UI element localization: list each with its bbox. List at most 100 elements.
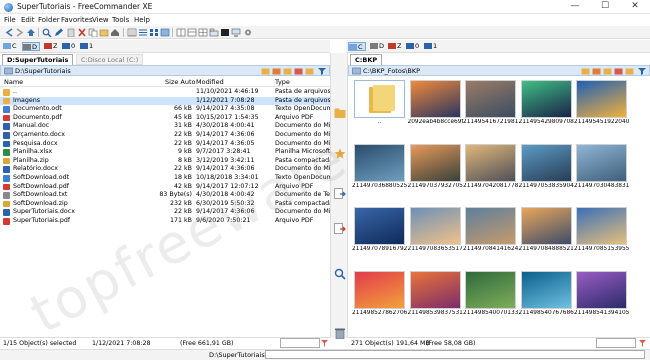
folder-icon[interactable]	[305, 67, 314, 75]
folder-icon[interactable]	[294, 67, 303, 75]
edit-icon[interactable]	[54, 28, 64, 37]
right-path-bar[interactable]: C:\BKP_Fotos\BKP	[348, 65, 650, 76]
pack-icon[interactable]	[99, 28, 109, 37]
file-row[interactable]: Planilha.xlsx 9 kB 9/7/2017 3:28:41 Planilh…	[0, 148, 336, 157]
delete-icon[interactable]	[77, 28, 87, 37]
photo-thumbnail[interactable]: 2114985400701330	[463, 269, 518, 324]
photo-thumbnail[interactable]: 2114954167219815	[463, 78, 518, 133]
file-row[interactable]: SoftDownload.odt 18 kB 10/18/2018 3:34:01 T…	[0, 174, 337, 183]
clipboard-icon[interactable]	[66, 28, 76, 38]
tabs-icon[interactable]	[209, 28, 219, 37]
photo-thumbnail[interactable]: 2114970420817783	[463, 142, 518, 197]
menu-folder[interactable]: Folder	[38, 16, 60, 24]
filter-icon[interactable]	[320, 339, 329, 347]
photo-thumbnail[interactable]: 2114954519220407	[574, 78, 629, 133]
monitor-icon[interactable]	[231, 28, 241, 37]
copy-to-right-icon[interactable]	[334, 188, 346, 200]
photo-thumbnail[interactable]: 2114970538359045	[519, 142, 574, 197]
folder-icon[interactable]	[581, 67, 590, 75]
photo-thumbnail[interactable]: 2114985398375313	[408, 269, 463, 324]
photo-thumbnail[interactable]: 2114954298097086	[519, 78, 574, 133]
search-icon[interactable]	[334, 268, 346, 280]
recycle-bin-icon[interactable]	[334, 328, 346, 340]
left-drive-c[interactable]: C	[3, 42, 17, 51]
file-row[interactable]: Manual.doc 31 kB 4/30/2018 4:00:41 Document…	[0, 122, 337, 131]
menu-view[interactable]: View	[92, 16, 109, 24]
right-drive-0[interactable]: 0	[406, 42, 419, 51]
left-drive-0[interactable]: 0	[62, 42, 75, 51]
folder-move-icon[interactable]	[334, 108, 346, 119]
left-filter-input[interactable]	[280, 338, 320, 348]
file-row[interactable]: SuperTutoriais.pdf 171 kB 9/6/2020 7:50:21…	[0, 217, 330, 226]
grid-icon[interactable]	[198, 28, 208, 37]
file-row[interactable]: SoftDownload.zip 232 kB 6/30/2019 5:50:32 P…	[0, 200, 333, 209]
file-row[interactable]: SoftDownload.txt 83 Byte(s) 4/30/2018 4:00…	[0, 191, 336, 200]
left-drive-z[interactable]: Z	[44, 42, 57, 51]
photo-thumbnail[interactable]: 2114970304838314	[574, 142, 629, 197]
terminal-icon[interactable]	[220, 28, 230, 37]
left-drive-1[interactable]: 1	[80, 42, 93, 51]
file-row[interactable]: Relatório.docx 22 kB 9/14/2017 4:36:06 Docu…	[0, 165, 337, 174]
menu-tools[interactable]: Tools	[112, 16, 129, 24]
view-list-icon[interactable]	[138, 28, 148, 37]
menu-edit[interactable]: Edit	[21, 16, 35, 24]
file-row[interactable]: Imagens 1/12/2021 7:08:28 Pasta de arquivo…	[0, 96, 331, 106]
folder-icon[interactable]	[625, 67, 634, 75]
file-row[interactable]: Orçamento.docx 22 kB 9/14/2017 4:36:06 Docu…	[0, 131, 337, 140]
filter-icon[interactable]	[638, 339, 647, 347]
left-path-bar[interactable]: D:\SuperTutoriais	[0, 65, 330, 76]
photo-thumbnail[interactable]: 2114970848885213	[519, 205, 574, 260]
settings-icon[interactable]	[243, 28, 253, 37]
folder-icon[interactable]	[592, 67, 601, 75]
layout-icon[interactable]	[176, 28, 186, 37]
file-row[interactable]: SoftDownload.pdf 42 kB 9/14/2017 12:07:12 A…	[0, 183, 330, 192]
folder-icon[interactable]	[614, 67, 623, 75]
minimize-icon[interactable]: —	[560, 0, 590, 14]
left-tab-disco-local[interactable]: C:Disco Local (C:)	[76, 54, 144, 65]
panels-icon[interactable]	[187, 28, 197, 37]
right-filter-input[interactable]	[596, 338, 636, 348]
menu-favorites[interactable]: Favorites	[61, 16, 93, 24]
search-icon[interactable]	[42, 28, 52, 38]
filter-icon[interactable]	[637, 67, 647, 75]
right-drive-1[interactable]: 1	[424, 42, 437, 51]
favorites-star-icon[interactable]	[334, 148, 346, 159]
folder-icon[interactable]	[272, 67, 281, 75]
photo-thumbnail[interactable]: 2114970379327050	[408, 142, 463, 197]
right-drive-z[interactable]: Z	[388, 42, 401, 51]
command-line-input[interactable]	[265, 350, 645, 359]
view-icons-icon[interactable]	[149, 28, 159, 37]
forward-icon[interactable]	[15, 28, 25, 37]
photo-thumbnail[interactable]: 2092eab4b8cce69f3	[408, 78, 463, 133]
left-tab-supertutoriais[interactable]: D:SuperTutoriais	[2, 54, 74, 65]
right-tab-bkp[interactable]: C:BKP	[350, 54, 383, 65]
menu-file[interactable]: File	[4, 16, 16, 24]
photo-thumbnail[interactable]: 2114970836535172	[408, 205, 463, 260]
folder-icon[interactable]	[261, 67, 270, 75]
photo-thumbnail[interactable]: 2114970841416241	[463, 205, 518, 260]
filter-icon[interactable]	[317, 67, 327, 75]
move-to-right-icon[interactable]	[334, 223, 346, 235]
parent-folder-thumbnail[interactable]: ..	[352, 78, 407, 133]
right-drive-d[interactable]: D	[370, 42, 384, 51]
photo-thumbnail[interactable]: 2114970368805251	[352, 142, 407, 197]
file-row[interactable]: Documento.odt 66 kB 9/14/2017 4:35:08 Texto…	[0, 105, 337, 114]
photo-thumbnail[interactable]: 2114970789167920	[352, 205, 407, 260]
column-name[interactable]: Name	[4, 78, 23, 86]
file-row[interactable]: Pesquisa.docx 22 kB 9/14/2017 4:36:05 Docum…	[0, 140, 337, 149]
home-icon[interactable]	[110, 28, 120, 37]
photo-thumbnail[interactable]: 2114985407676868	[519, 269, 574, 324]
view-details-icon[interactable]	[127, 28, 137, 37]
photo-thumbnail[interactable]: 2114985278627066	[352, 269, 407, 324]
right-drive-c[interactable]: C	[348, 42, 366, 51]
column-size[interactable]: Size Auto	[165, 78, 196, 86]
file-row[interactable]: Documento.pdf 45 kB 10/15/2017 1:54:35 Arqu…	[0, 114, 330, 123]
photo-thumbnail[interactable]: 2114985413941055	[574, 269, 629, 324]
close-icon[interactable]: ✕	[620, 0, 650, 14]
left-drive-d[interactable]: D	[22, 42, 40, 51]
file-row[interactable]: SuperTutoriais.docx 22 kB 9/14/2017 4:36:0…	[0, 208, 337, 217]
back-icon[interactable]	[4, 28, 14, 37]
photo-thumbnail[interactable]: 2114970851539559	[574, 205, 629, 260]
file-row[interactable]: .. 11/10/2021 4:46:19 Pasta de arquivos	[0, 88, 331, 97]
view-thumbnails-icon[interactable]	[160, 28, 170, 37]
